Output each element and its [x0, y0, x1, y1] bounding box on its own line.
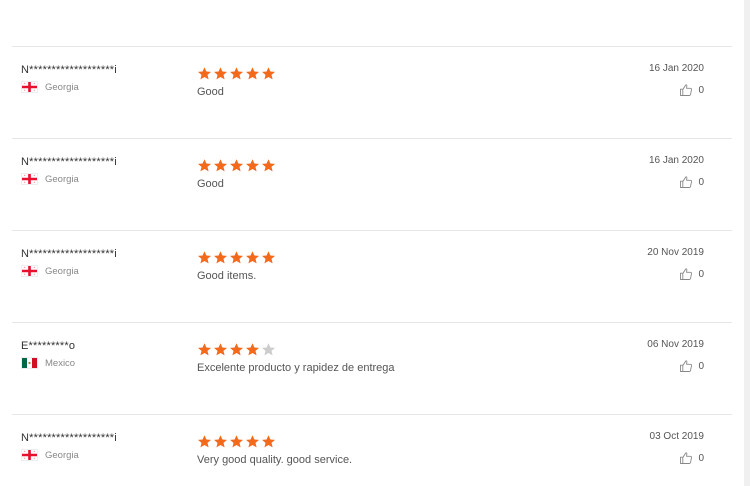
mexico-flag-icon — [21, 357, 38, 369]
review-text: Good items. — [197, 270, 257, 282]
review-meta: 16 Jan 2020 0 — [649, 155, 704, 189]
helpful-count: 0 — [698, 176, 704, 188]
star-filled-icon — [197, 66, 212, 81]
reviewer-info: N*******************i Georgia — [21, 248, 191, 277]
star-filled-icon — [245, 158, 260, 173]
review-item: N*******************i Georgia Good 16 Ja… — [12, 138, 732, 230]
star-filled-icon — [229, 434, 244, 449]
reviewer-country: Georgia — [21, 173, 191, 185]
review-date: 03 Oct 2019 — [649, 431, 704, 442]
star-filled-icon — [197, 434, 212, 449]
star-filled-icon — [213, 158, 228, 173]
review-item: N*******************i Georgia Very good … — [12, 414, 732, 486]
star-filled-icon — [245, 250, 260, 265]
star-empty-icon — [261, 342, 276, 357]
georgia-flag-icon — [21, 265, 38, 277]
star-filled-icon — [197, 158, 212, 173]
review-content: Good items. — [197, 249, 557, 282]
reviewer-name: E*********o — [21, 340, 76, 352]
star-filled-icon — [213, 250, 228, 265]
helpful-count: 0 — [698, 268, 704, 280]
review-meta: 06 Nov 2019 0 — [647, 339, 704, 373]
star-filled-icon — [261, 250, 276, 265]
star-filled-icon — [229, 158, 244, 173]
thumbs-up-icon[interactable] — [679, 267, 693, 281]
reviewer-name: N*******************i — [21, 248, 117, 260]
review-content: Very good quality. good service. — [197, 433, 557, 466]
reviewer-country: Georgia — [21, 449, 191, 461]
star-filled-icon — [245, 434, 260, 449]
star-filled-icon — [261, 158, 276, 173]
star-filled-icon — [213, 434, 228, 449]
reviewer-info: N*******************i Georgia — [21, 156, 191, 185]
star-rating — [197, 341, 557, 357]
reviewer-country: Mexico — [21, 357, 191, 369]
review-meta: 16 Jan 2020 0 — [649, 63, 704, 97]
reviewer-info: N*******************i Georgia — [21, 64, 191, 93]
review-item: E*********o Mexico Excelente producto y … — [12, 322, 732, 414]
thumbs-up-icon[interactable] — [679, 175, 693, 189]
helpful-button[interactable]: 0 — [647, 359, 704, 373]
helpful-button[interactable]: 0 — [650, 451, 704, 465]
star-filled-icon — [213, 342, 228, 357]
thumbs-up-icon[interactable] — [679, 451, 693, 465]
review-date: 16 Jan 2020 — [648, 63, 704, 74]
star-filled-icon — [229, 342, 244, 357]
helpful-button[interactable]: 0 — [647, 267, 704, 281]
star-filled-icon — [229, 250, 244, 265]
review-date: 20 Nov 2019 — [647, 247, 704, 258]
review-date: 16 Jan 2020 — [648, 155, 704, 166]
helpful-count: 0 — [698, 360, 704, 372]
star-filled-icon — [213, 66, 228, 81]
reviewer-name: N*******************i — [21, 64, 117, 76]
reviewer-info: E*********o Mexico — [21, 340, 191, 369]
country-name: Mexico — [45, 357, 76, 369]
star-filled-icon — [245, 66, 260, 81]
country-name: Georgia — [45, 81, 79, 93]
review-meta: 20 Nov 2019 0 — [647, 247, 704, 281]
country-name: Georgia — [45, 265, 79, 277]
star-filled-icon — [261, 66, 276, 81]
review-content: Excelente producto y rapidez de entrega — [197, 341, 557, 374]
georgia-flag-icon — [21, 173, 38, 185]
star-filled-icon — [197, 342, 212, 357]
reviewer-country: Georgia — [21, 81, 191, 93]
helpful-button[interactable]: 0 — [649, 175, 704, 189]
star-rating — [197, 157, 557, 173]
georgia-flag-icon — [21, 81, 38, 93]
country-name: Georgia — [45, 449, 79, 461]
country-name: Georgia — [45, 173, 79, 185]
star-filled-icon — [245, 342, 260, 357]
review-item: N*******************i Georgia Good items… — [12, 230, 732, 322]
star-filled-icon — [261, 434, 276, 449]
review-date: 06 Nov 2019 — [647, 339, 704, 350]
star-rating — [197, 249, 557, 265]
thumbs-up-icon[interactable] — [679, 359, 693, 373]
review-item: N*******************i Georgia Good 16 Ja… — [12, 46, 732, 138]
star-rating — [197, 433, 557, 449]
review-text: Excelente producto y rapidez de entrega — [197, 362, 395, 374]
review-text: Very good quality. good service. — [197, 454, 353, 466]
georgia-flag-icon — [21, 449, 38, 461]
reviewer-country: Georgia — [21, 265, 191, 277]
reviews-page: N*******************i Georgia Good 16 Ja… — [0, 0, 750, 486]
reviewer-name: N*******************i — [21, 156, 117, 168]
review-text: Good — [197, 86, 224, 98]
helpful-count: 0 — [698, 452, 704, 464]
star-filled-icon — [197, 250, 212, 265]
review-text: Good — [197, 178, 224, 190]
review-meta: 03 Oct 2019 0 — [650, 431, 704, 465]
helpful-count: 0 — [698, 84, 704, 96]
review-content: Good — [197, 157, 557, 190]
helpful-button[interactable]: 0 — [649, 83, 704, 97]
scrollbar[interactable] — [744, 0, 750, 486]
star-rating — [197, 65, 557, 81]
review-list: N*******************i Georgia Good 16 Ja… — [12, 46, 732, 486]
star-filled-icon — [229, 66, 244, 81]
review-content: Good — [197, 65, 557, 98]
reviewer-name: N*******************i — [21, 432, 117, 444]
thumbs-up-icon[interactable] — [679, 83, 693, 97]
reviewer-info: N*******************i Georgia — [21, 432, 191, 461]
